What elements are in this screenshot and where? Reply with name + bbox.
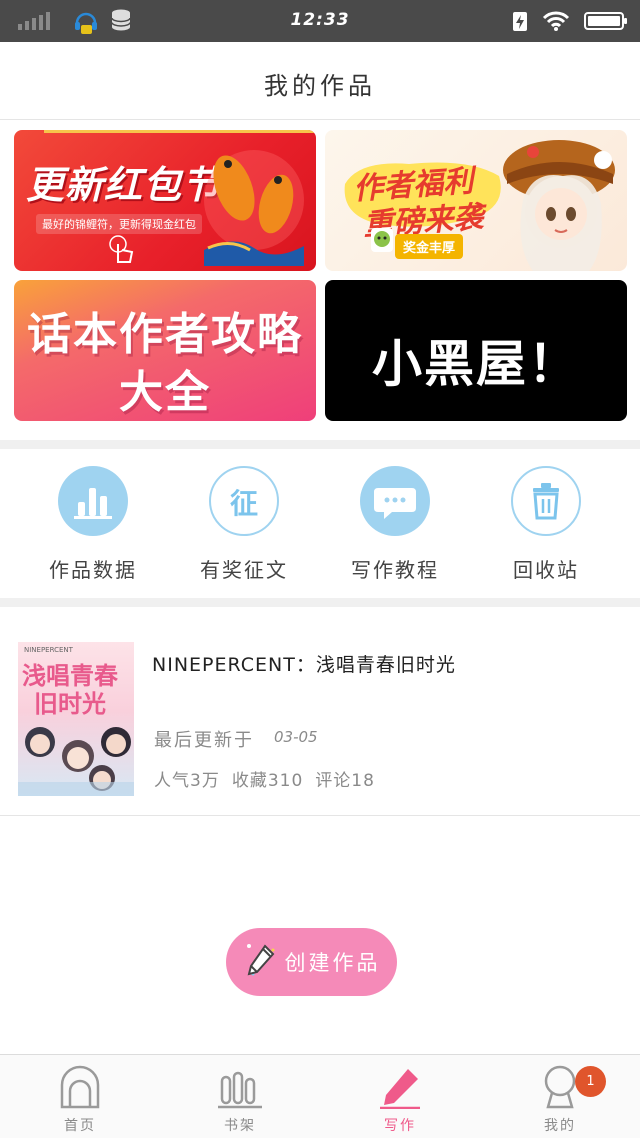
banner-subtitle: 最好的锦鲤符，更新得现金红包 <box>36 214 202 234</box>
work-updated-date: 03-05 <box>274 728 318 746</box>
create-work-label: 创建作品 <box>284 951 381 975</box>
entry-label: 写作教程 <box>351 558 439 582</box>
banner-title: 小黑屋！ <box>372 335 580 393</box>
banner-title: 更新红包节 <box>26 163 222 207</box>
banner-title-line1: 话本作者攻略 <box>27 309 303 360</box>
tab-writing[interactable]: 写作 <box>320 1055 480 1138</box>
banner-tag: 奖金丰厚 <box>395 234 464 259</box>
mascot-icon <box>371 228 393 252</box>
bar-chart-icon <box>58 466 128 536</box>
home-icon <box>60 1065 100 1109</box>
entry-label: 回收站 <box>513 558 579 582</box>
banner-dark-room[interactable]: 小黑屋！ <box>325 280 627 421</box>
section-divider <box>0 440 640 449</box>
pencil-icon <box>243 940 279 984</box>
banner-red-packet[interactable]: 更新红包节 最好的锦鲤符，更新得现金红包 <box>14 130 316 271</box>
tab-profile[interactable]: 我的 <box>480 1055 640 1138</box>
entry-work-data[interactable]: 作品数据 <box>18 466 168 586</box>
entry-recycle-bin[interactable]: 回收站 <box>471 466 621 586</box>
tab-home[interactable]: 首页 <box>0 1055 160 1138</box>
pen-icon <box>380 1069 420 1109</box>
banner-author-guide[interactable]: 话本作者攻略 大全 <box>14 280 316 421</box>
notification-badge: 1 <box>575 1066 606 1097</box>
tab-label: 书架 <box>224 1118 256 1134</box>
tab-bookshelf[interactable]: 书架 <box>160 1055 320 1138</box>
page-title: 我的作品 <box>264 72 376 100</box>
entry-writing-contest[interactable]: 征 有奖征文 <box>169 466 319 586</box>
battery-icon <box>584 11 628 35</box>
wifi-icon <box>542 10 570 36</box>
section-divider <box>0 598 640 607</box>
chat-bubble-icon <box>360 466 430 536</box>
bottom-tab-bar: 首页 书架 写作 我的 <box>0 1054 640 1138</box>
cover-artwork-icon <box>18 727 134 796</box>
entry-writing-tutorial[interactable]: 写作教程 <box>320 466 470 586</box>
work-stats: 人气3万 收藏310 评论18 <box>154 766 375 791</box>
charging-icon <box>512 10 528 36</box>
tab-label: 首页 <box>64 1118 96 1134</box>
banner-title-line2: 大全 <box>119 367 211 418</box>
work-updated-label: 最后更新于 <box>154 730 254 751</box>
create-work-button[interactable]: 创建作品 <box>226 928 397 996</box>
koi-fish-icon <box>204 150 304 266</box>
cover-caption: NINEPERCENT <box>24 646 73 654</box>
work-list-item[interactable]: NINEPERCENT 浅唱青春 旧时光 NINEPERCENT：浅唱青春旧时光… <box>0 614 640 816</box>
decoration-icon <box>44 130 314 133</box>
status-bar: 12:33 <box>0 0 640 42</box>
tab-label: 我的 <box>544 1118 576 1134</box>
banner-author-benefits[interactable]: 作者福利 重磅来袭 奖金丰厚 <box>325 130 627 271</box>
work-popularity: 人气3万 <box>154 771 220 791</box>
bookshelf-icon <box>218 1071 262 1109</box>
tab-label: 写作 <box>384 1118 416 1134</box>
entry-label: 作品数据 <box>49 558 137 582</box>
entry-label: 有奖征文 <box>200 558 288 582</box>
work-title[interactable]: NINEPERCENT：浅唱青春旧时光 <box>152 650 456 677</box>
work-favorites: 收藏310 <box>231 771 304 791</box>
tap-hand-icon <box>109 235 134 263</box>
trash-icon <box>511 466 581 536</box>
anime-girl-icon <box>503 140 615 271</box>
contest-icon-glyph: 征 <box>229 487 258 520</box>
contest-icon: 征 <box>209 466 279 536</box>
work-cover[interactable]: NINEPERCENT 浅唱青春 旧时光 <box>18 642 134 796</box>
page-header: 我的作品 <box>0 42 640 120</box>
work-comments: 评论18 <box>315 771 375 791</box>
